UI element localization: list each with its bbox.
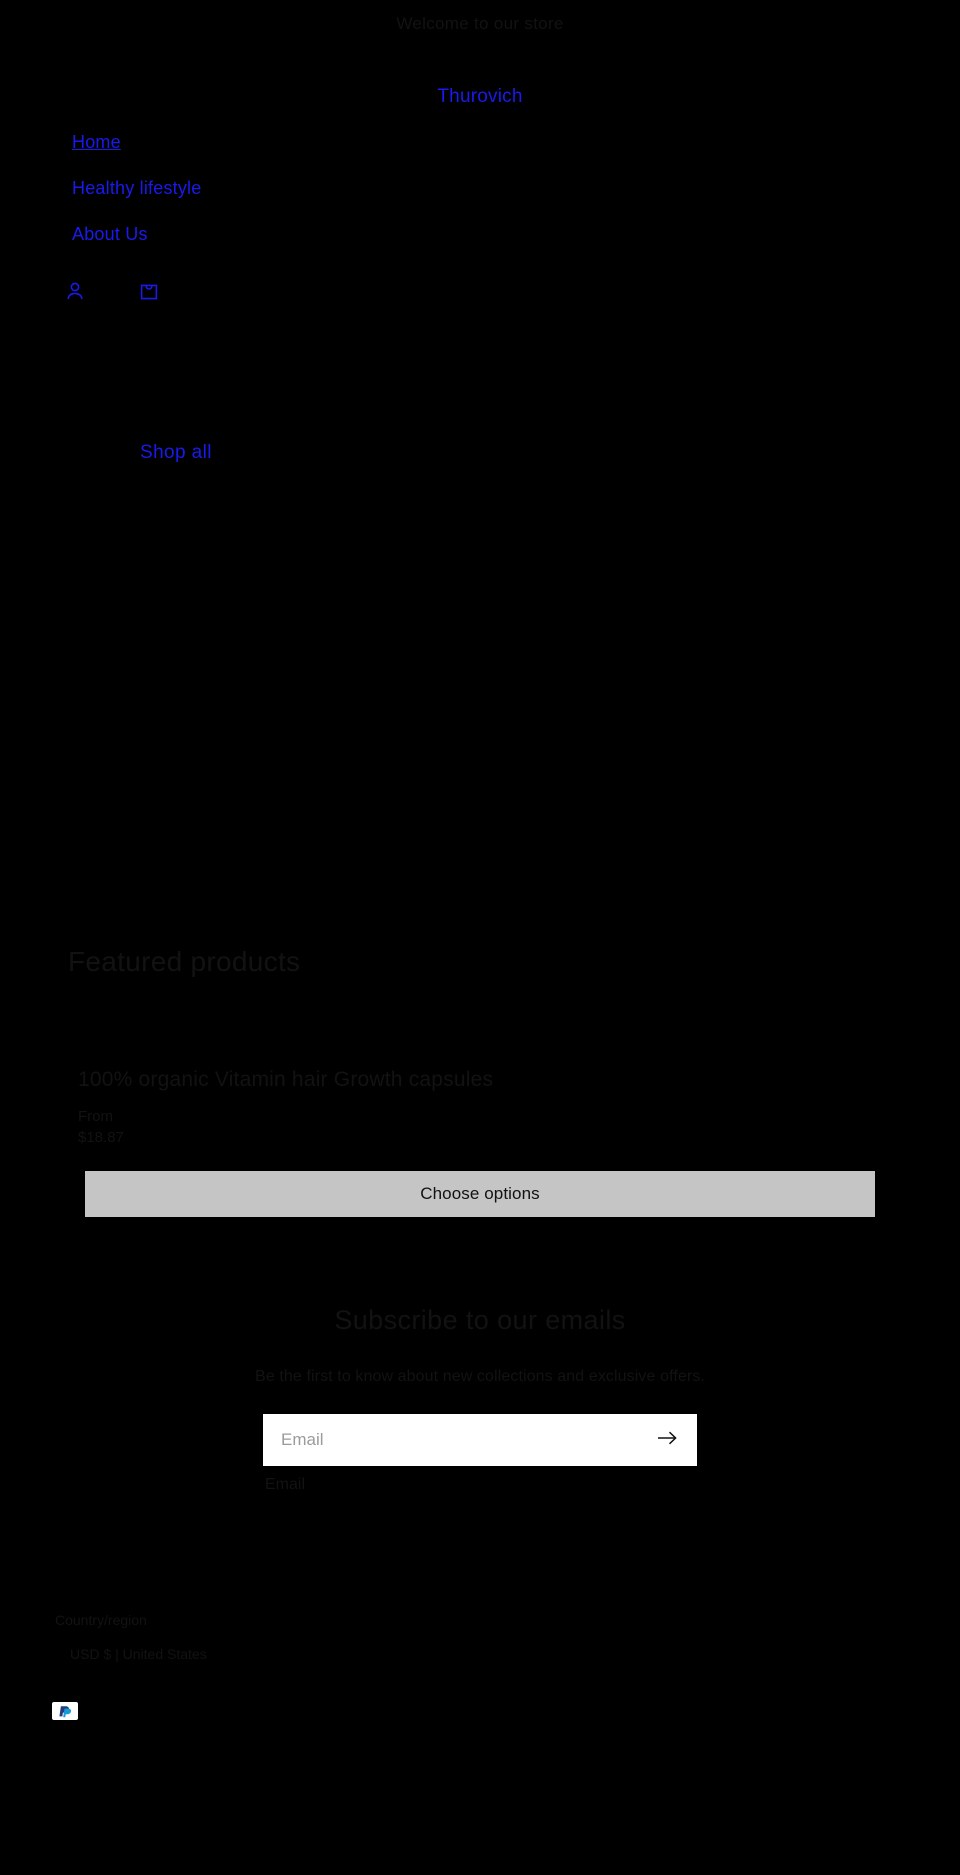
product-price-block: From $18.87 xyxy=(78,1106,960,1149)
shopping-bag-icon xyxy=(137,279,161,303)
paypal-icon xyxy=(52,1701,78,1720)
account-link[interactable] xyxy=(60,276,90,306)
nav-link-healthy-lifestyle[interactable]: Healthy lifestyle xyxy=(0,178,201,198)
hero-content: Shop all xyxy=(0,306,960,464)
nav-item-home: Home xyxy=(0,132,960,153)
country-selector[interactable]: USD $ | United States xyxy=(70,1646,960,1662)
announcement-bar: Welcome to our store xyxy=(396,14,564,33)
shop-all-button[interactable]: Shop all xyxy=(140,442,212,463)
hero-image-placeholder xyxy=(0,466,960,946)
newsletter-submit-button[interactable] xyxy=(647,1414,687,1466)
price-value: $18.87 xyxy=(78,1129,124,1147)
site-footer: Country/region USD $ | United States xyxy=(0,1494,960,1720)
payment-methods-row xyxy=(0,1662,960,1720)
hero-banner: Shop all xyxy=(0,306,960,466)
newsletter-subtitle: Be the first to know about new collectio… xyxy=(255,1367,705,1385)
featured-products-section: Featured products 100% organic Vitamin h… xyxy=(0,946,960,1217)
product-grid: 100% organic Vitamin hair Growth capsule… xyxy=(0,978,960,1217)
newsletter-field xyxy=(263,1413,697,1466)
email-field-label: Email xyxy=(265,1475,306,1493)
account-person-icon xyxy=(63,279,87,303)
price-prefix: From xyxy=(78,1108,113,1125)
nav-link-about-us[interactable]: About Us xyxy=(0,224,148,244)
newsletter-title: Subscribe to our emails xyxy=(334,1304,626,1335)
choose-options-wrap: Choose options xyxy=(0,1149,960,1217)
cart-link[interactable] xyxy=(134,276,164,306)
newsletter-section: Subscribe to our emails Be the first to … xyxy=(0,1217,960,1494)
brand-row: Thurovich xyxy=(0,44,960,108)
hero-heading xyxy=(70,406,960,407)
hero-cta-wrap: Shop all xyxy=(0,416,960,464)
nav-item-healthy-lifestyle: Healthy lifestyle xyxy=(0,178,960,199)
product-card: 100% organic Vitamin hair Growth capsule… xyxy=(0,1068,960,1217)
arrow-right-icon xyxy=(656,1429,678,1450)
nav-link-home[interactable]: Home xyxy=(0,132,121,152)
newsletter-form: Email xyxy=(263,1413,697,1494)
country-region-label: Country/region xyxy=(55,1611,147,1628)
site-header: Thurovich Home Healthy lifestyle About U… xyxy=(0,44,960,306)
choose-options-button[interactable]: Choose options xyxy=(85,1170,875,1217)
nav-item-about-us: About Us xyxy=(0,224,960,245)
featured-products-title: Featured products xyxy=(68,946,301,977)
email-input[interactable] xyxy=(263,1413,697,1466)
storefront-page: Welcome to our store Thurovich Home Heal… xyxy=(0,0,960,1875)
header-icon-row xyxy=(0,270,960,306)
product-title-link[interactable]: 100% organic Vitamin hair Growth capsule… xyxy=(78,1068,960,1092)
main-navigation: Home Healthy lifestyle About Us xyxy=(0,108,960,245)
store-logo-link[interactable]: Thurovich xyxy=(437,86,522,107)
